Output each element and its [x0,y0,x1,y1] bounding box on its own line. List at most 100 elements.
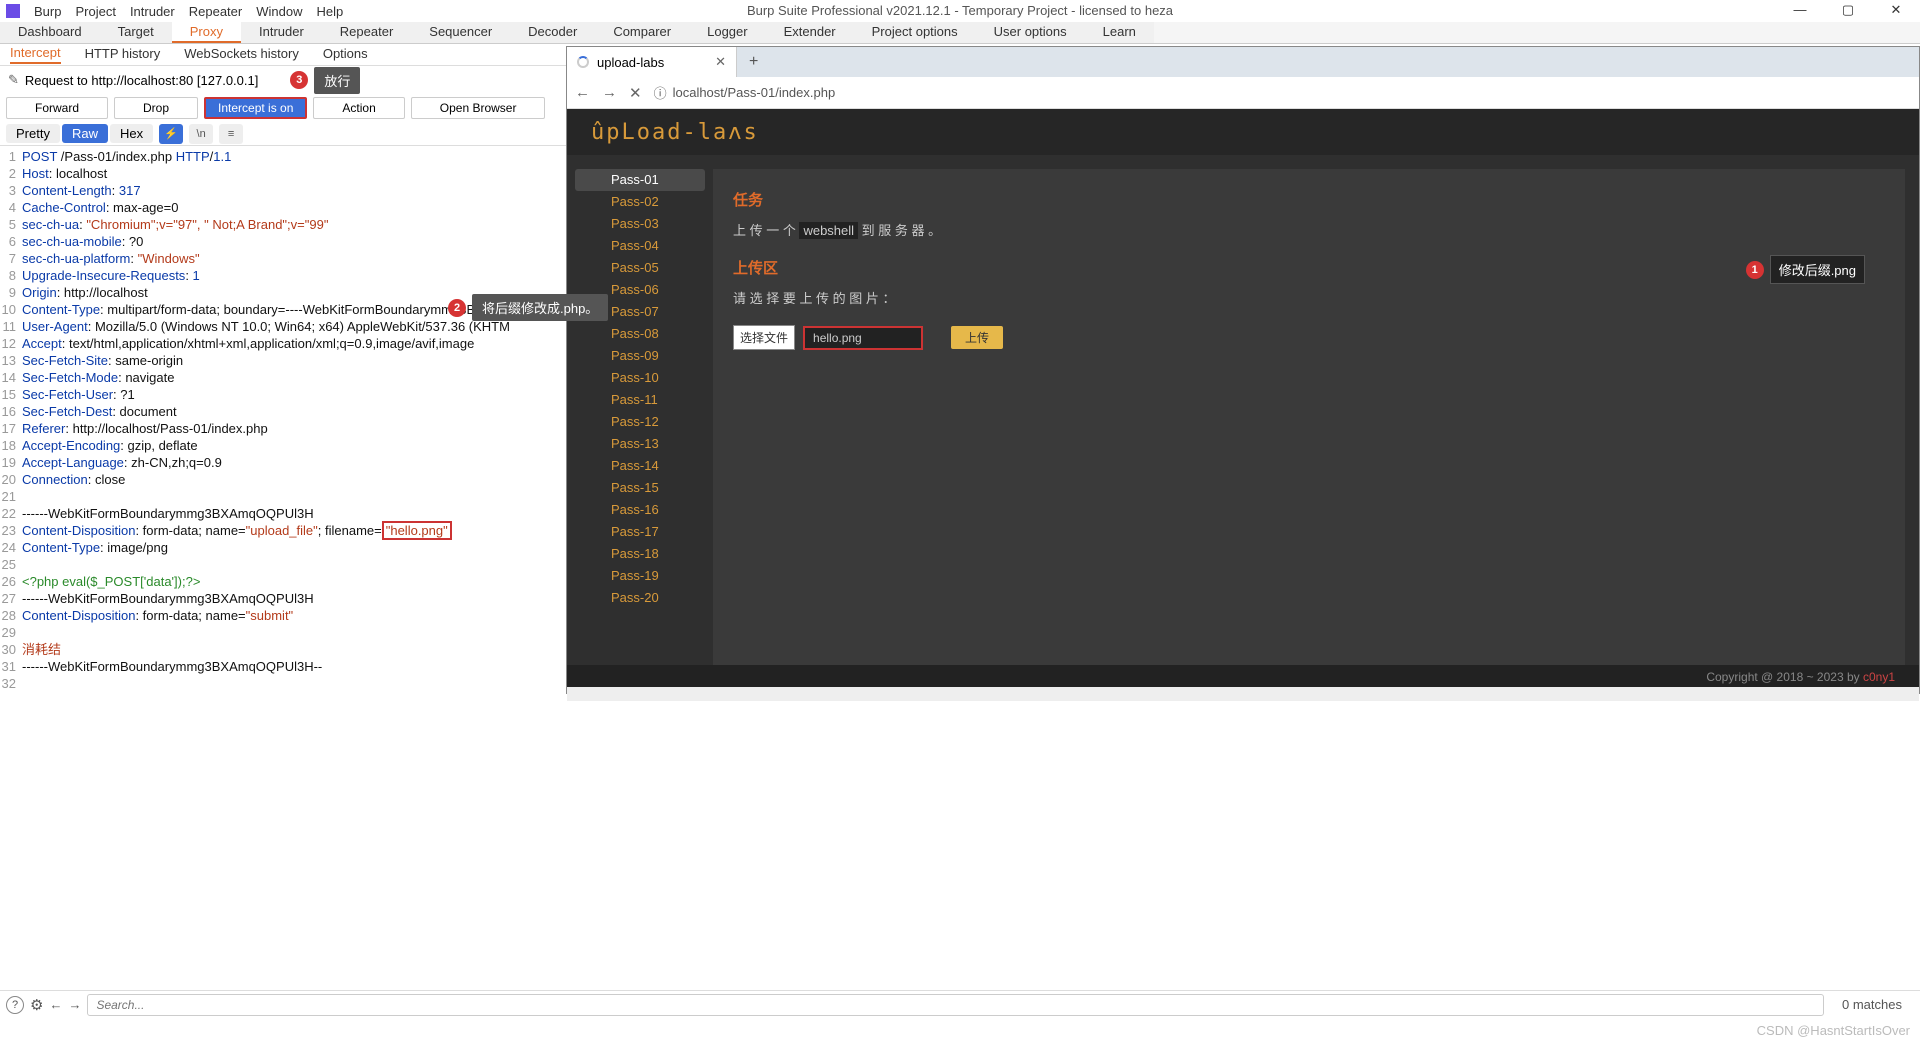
url-text: localhost/Pass-01/index.php [673,85,836,100]
sidebar-pass-08[interactable]: Pass-08 [567,323,713,345]
sidebar-pass-13[interactable]: Pass-13 [567,433,713,455]
status-bar: ? ⚙ ← → 0 matches [0,990,1920,1018]
raw-tab[interactable]: Raw [62,124,108,143]
reload-icon[interactable]: ✕ [629,84,642,102]
sidebar-pass-18[interactable]: Pass-18 [567,543,713,565]
sidebar-pass-14[interactable]: Pass-14 [567,455,713,477]
watermark: CSDN @HasntStartIsOver [1757,1023,1910,1038]
tab-repeater[interactable]: Repeater [322,22,411,43]
close-tab-icon[interactable]: ✕ [715,54,726,70]
choose-file-button[interactable]: 选择文件 [733,325,795,350]
sidebar-pass-12[interactable]: Pass-12 [567,411,713,433]
subtab-http-history[interactable]: HTTP history [85,46,161,63]
menu-help[interactable]: Help [316,4,343,19]
tab-project-options[interactable]: Project options [854,22,976,43]
sidebar-pass-04[interactable]: Pass-04 [567,235,713,257]
annotation-2-text: 将后缀修改成.php。 [472,294,608,321]
next-icon[interactable]: → [68,997,81,1012]
sidebar-pass-19[interactable]: Pass-19 [567,565,713,587]
wrap-icon[interactable]: ≡ [219,124,243,144]
upload-heading: 上传区 [733,257,1885,278]
sidebar-pass-10[interactable]: Pass-10 [567,367,713,389]
tab-intruder[interactable]: Intruder [241,22,322,43]
tab-sequencer[interactable]: Sequencer [411,22,510,43]
subtab-websockets-history[interactable]: WebSockets history [184,46,299,63]
annotation-3-badge: 3 [290,71,308,89]
sidebar-pass-17[interactable]: Pass-17 [567,521,713,543]
minimize-button[interactable]: — [1776,0,1824,22]
site-logo: ûpLoad-laʌs [567,109,1919,155]
task-text: 上 传 一 个 webshell 到 服 务 器 。 [733,220,1885,239]
main-panel: 任务 上 传 一 个 webshell 到 服 务 器 。 上传区 请 选 择 … [713,169,1905,693]
sidebar-pass-15[interactable]: Pass-15 [567,477,713,499]
sidebar-pass-02[interactable]: Pass-02 [567,191,713,213]
chosen-filename: hello.png [803,326,923,350]
sidebar-pass-03[interactable]: Pass-03 [567,213,713,235]
browser-scrollbar[interactable] [567,687,1919,701]
annotation-1-text: 修改后缀.png [1770,255,1865,284]
forward-button[interactable]: Forward [6,97,108,119]
prev-icon[interactable]: ← [49,997,62,1012]
tab-logger[interactable]: Logger [689,22,765,43]
request-target: Request to http://localhost:80 [127.0.0.… [25,73,258,88]
browser-tab-title: upload-labs [597,55,664,70]
menu-project[interactable]: Project [75,4,115,19]
tab-target[interactable]: Target [100,22,172,43]
search-input[interactable] [87,994,1824,1016]
edit-icon[interactable]: ✎ [8,72,19,88]
tab-learn[interactable]: Learn [1085,22,1154,43]
forward-icon[interactable]: → [602,84,617,101]
url-field[interactable]: ⓘ localhost/Pass-01/index.php [654,83,1911,102]
select-label: 请 选 择 要 上 传 的 图 片 ： [733,288,1885,307]
sidebar-pass-09[interactable]: Pass-09 [567,345,713,367]
back-icon[interactable]: ← [575,84,590,101]
new-tab-button[interactable]: + [737,53,770,71]
subtab-intercept[interactable]: Intercept [10,45,61,64]
settings-icon[interactable]: ⚙ [30,996,43,1014]
tab-user-options[interactable]: User options [976,22,1085,43]
menu-window[interactable]: Window [256,4,302,19]
close-button[interactable]: ✕ [1872,0,1920,22]
tab-comparer[interactable]: Comparer [595,22,689,43]
annotation-2-badge: 2 [448,299,466,317]
window-buttons: — ▢ ✕ [1776,0,1920,22]
annotation-3-text: 放行 [314,67,360,94]
loading-spinner-icon [577,56,589,68]
sidebar-pass-16[interactable]: Pass-16 [567,499,713,521]
sidebar-pass-20[interactable]: Pass-20 [567,587,713,609]
drop-button[interactable]: Drop [114,97,198,119]
browser-tabstrip[interactable]: upload-labs ✕ + [567,47,1919,77]
info-icon[interactable]: ⓘ [654,83,667,102]
open-browser-button[interactable]: Open Browser [411,97,546,119]
task-heading: 任务 [733,189,1885,210]
embedded-browser: upload-labs ✕ + ← → ✕ ⓘ localhost/Pass-0… [566,46,1920,694]
sidebar-pass-05[interactable]: Pass-05 [567,257,713,279]
pretty-tab[interactable]: Pretty [6,124,60,143]
pass-sidebar[interactable]: Pass-01Pass-02Pass-03Pass-04Pass-05 Pass-… [567,155,713,693]
subtab-options[interactable]: Options [323,46,368,63]
annotation-1: 1 修改后缀.png [1746,255,1865,284]
newline-icon[interactable]: \n [189,124,213,144]
tab-extender[interactable]: Extender [766,22,854,43]
annotation-1-badge: 1 [1746,261,1764,279]
help-icon[interactable]: ? [6,996,24,1014]
menu-intruder[interactable]: Intruder [130,4,175,19]
sidebar-pass-11[interactable]: Pass-11 [567,389,713,411]
maximize-button[interactable]: ▢ [1824,0,1872,22]
menu-repeater[interactable]: Repeater [189,4,242,19]
intercept-toggle[interactable]: Intercept is on [204,97,307,119]
sidebar-pass-01[interactable]: Pass-01 [575,169,705,191]
match-count: 0 matches [1830,997,1914,1012]
main-tabs[interactable]: DashboardTargetProxyIntruderRepeaterSequ… [0,22,1920,44]
tab-dashboard[interactable]: Dashboard [0,22,100,43]
tab-proxy[interactable]: Proxy [172,22,241,43]
action-button[interactable]: Action [313,97,404,119]
tab-decoder[interactable]: Decoder [510,22,595,43]
browser-tab[interactable]: upload-labs ✕ [567,47,737,77]
page-content: ûpLoad-laʌs Pass-01Pass-02Pass-03Pass-04… [567,109,1919,693]
hex-tab[interactable]: Hex [110,124,153,143]
menubar[interactable]: Burp Project Intruder Repeater Window Help [0,0,1920,22]
menu-burp[interactable]: Burp [34,4,61,19]
upload-button[interactable]: 上传 [951,326,1003,349]
actions-icon[interactable]: ⚡ [159,124,183,144]
